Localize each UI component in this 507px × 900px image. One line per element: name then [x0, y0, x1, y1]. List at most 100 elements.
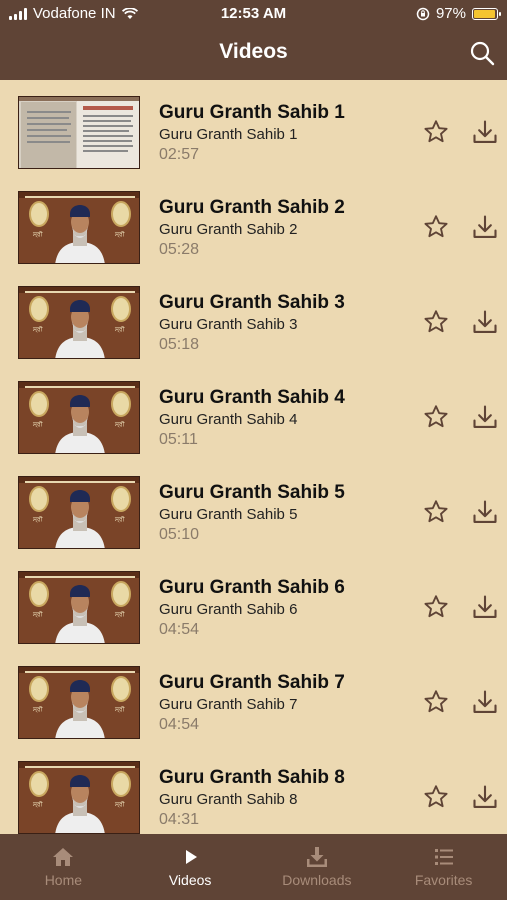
- favorite-button[interactable]: [422, 403, 450, 431]
- video-subtitle: Guru Granth Sahib 8: [159, 791, 298, 808]
- video-subtitle: Guru Granth Sahib 4: [159, 411, 298, 428]
- video-thumbnail[interactable]: ਸ੍ਰੀ ਸ੍ਰੀ: [18, 286, 140, 359]
- star-icon: [422, 595, 450, 625]
- video-duration: 02:57: [159, 146, 200, 163]
- star-icon: [422, 690, 450, 720]
- video-subtitle: Guru Granth Sahib 3: [159, 316, 298, 333]
- video-thumbnail[interactable]: ਸ੍ਰੀ ਸ੍ਰੀ: [18, 761, 140, 834]
- svg-text:ਸ੍ਰੀ: ਸ੍ਰੀ: [114, 325, 125, 333]
- favorite-button[interactable]: [422, 118, 450, 146]
- download-icon: [471, 405, 499, 435]
- star-icon: [422, 120, 450, 150]
- star-icon: [422, 215, 450, 245]
- video-row[interactable]: Guru Granth Sahib 1 Guru Granth Sahib 1 …: [0, 80, 507, 175]
- video-title: Guru Granth Sahib 5: [159, 482, 345, 503]
- orientation-lock-icon: [416, 7, 430, 20]
- page-title: Videos: [219, 40, 288, 63]
- svg-text:ਸ੍ਰੀ: ਸ੍ਰੀ: [114, 800, 125, 808]
- video-thumbnail[interactable]: ਸ੍ਰੀ ਸ੍ਰੀ: [18, 191, 140, 264]
- video-title: Guru Granth Sahib 8: [159, 767, 345, 788]
- star-icon: [422, 310, 450, 340]
- video-subtitle: Guru Granth Sahib 7: [159, 696, 298, 713]
- video-title: Guru Granth Sahib 6: [159, 577, 345, 598]
- svg-text:ਸ੍ਰੀ: ਸ੍ਰੀ: [114, 420, 125, 428]
- video-row[interactable]: ਸ੍ਰੀ ਸ੍ਰੀ Guru Granth Sahib 6 Guru Grant…: [0, 555, 507, 650]
- tab-label: Videos: [168, 872, 212, 888]
- download-icon: [471, 500, 499, 530]
- svg-text:ਸ੍ਰੀ: ਸ੍ਰੀ: [32, 515, 43, 523]
- video-subtitle: Guru Granth Sahib 5: [159, 506, 298, 523]
- battery-icon: [472, 7, 501, 20]
- download-button[interactable]: [471, 403, 499, 431]
- favorite-button[interactable]: [422, 783, 450, 811]
- download-button[interactable]: [471, 688, 499, 716]
- video-subtitle: Guru Granth Sahib 2: [159, 221, 298, 238]
- favorite-button[interactable]: [422, 308, 450, 336]
- video-title: Guru Granth Sahib 3: [159, 292, 345, 313]
- video-row[interactable]: ਸ੍ਰੀ ਸ੍ਰੀ Guru Granth Sahib 5 Guru Grant…: [0, 460, 507, 555]
- download-icon: [471, 310, 499, 340]
- download-icon: [471, 785, 499, 815]
- video-subtitle: Guru Granth Sahib 6: [159, 601, 298, 618]
- search-button[interactable]: [469, 40, 495, 66]
- download-icon: [471, 690, 499, 720]
- svg-text:ਸ੍ਰੀ: ਸ੍ਰੀ: [114, 705, 125, 713]
- tab-label: Favorites: [414, 872, 473, 888]
- svg-text:ਸ੍ਰੀ: ਸ੍ਰੀ: [114, 610, 125, 618]
- tab-home[interactable]: Home: [0, 834, 127, 900]
- status-bar: Vodafone IN 12:53 AM 97%: [0, 0, 507, 28]
- download-tray-icon: [254, 846, 381, 868]
- svg-text:ਸ੍ਰੀ: ਸ੍ਰੀ: [114, 515, 125, 523]
- svg-text:ਸ੍ਰੀ: ਸ੍ਰੀ: [32, 705, 43, 713]
- download-button[interactable]: [471, 308, 499, 336]
- favorite-button[interactable]: [422, 688, 450, 716]
- video-duration: 05:11: [159, 431, 198, 448]
- download-icon: [471, 595, 499, 625]
- video-list[interactable]: Guru Granth Sahib 1 Guru Granth Sahib 1 …: [0, 80, 507, 834]
- video-row[interactable]: ਸ੍ਰੀ ਸ੍ਰੀ Guru Granth Sahib 4 Guru Grant…: [0, 365, 507, 460]
- video-duration: 05:18: [159, 336, 200, 353]
- play-icon: [127, 846, 254, 868]
- download-button[interactable]: [471, 498, 499, 526]
- svg-text:ਸ੍ਰੀ: ਸ੍ਰੀ: [32, 610, 43, 618]
- video-subtitle: Guru Granth Sahib 1: [159, 126, 298, 143]
- video-title: Guru Granth Sahib 1: [159, 102, 345, 123]
- video-row[interactable]: ਸ੍ਰੀ ਸ੍ਰੀ Guru Granth Sahib 8 Guru Grant…: [0, 745, 507, 834]
- video-thumbnail[interactable]: [18, 96, 140, 169]
- favorite-button[interactable]: [422, 498, 450, 526]
- star-icon: [422, 405, 450, 435]
- video-duration: 04:54: [159, 621, 200, 638]
- video-thumbnail[interactable]: ਸ੍ਰੀ ਸ੍ਰੀ: [18, 476, 140, 549]
- video-thumbnail[interactable]: ਸ੍ਰੀ ਸ੍ਰੀ: [18, 381, 140, 454]
- favorite-button[interactable]: [422, 213, 450, 241]
- svg-text:ਸ੍ਰੀ: ਸ੍ਰੀ: [32, 325, 43, 333]
- navigation-bar: Videos: [0, 28, 507, 80]
- video-thumbnail[interactable]: ਸ੍ਰੀ ਸ੍ਰੀ: [18, 666, 140, 739]
- video-row[interactable]: ਸ੍ਰੀ ਸ੍ਰੀ Guru Granth Sahib 7 Guru Grant…: [0, 650, 507, 745]
- video-title: Guru Granth Sahib 4: [159, 387, 345, 408]
- status-right: 97%: [416, 5, 501, 22]
- battery-level: [474, 9, 496, 18]
- video-duration: 05:28: [159, 241, 200, 258]
- download-button[interactable]: [471, 783, 499, 811]
- svg-text:ਸ੍ਰੀ: ਸ੍ਰੀ: [32, 800, 43, 808]
- video-row[interactable]: ਸ੍ਰੀ ਸ੍ਰੀ Guru Granth Sahib 2 Guru Grant…: [0, 175, 507, 270]
- video-title: Guru Granth Sahib 2: [159, 197, 345, 218]
- video-row[interactable]: ਸ੍ਰੀ ਸ੍ਰੀ Guru Granth Sahib 3 Guru Grant…: [0, 270, 507, 365]
- tab-downloads[interactable]: Downloads: [254, 834, 381, 900]
- svg-text:ਸ੍ਰੀ: ਸ੍ਰੀ: [114, 230, 125, 238]
- svg-text:ਸ੍ਰੀ: ਸ੍ਰੀ: [32, 230, 43, 238]
- star-icon: [422, 785, 450, 815]
- favorite-button[interactable]: [422, 593, 450, 621]
- video-duration: 04:54: [159, 716, 200, 733]
- star-icon: [422, 500, 450, 530]
- search-icon: [470, 41, 495, 66]
- video-title: Guru Granth Sahib 7: [159, 672, 345, 693]
- tab-favorites[interactable]: Favorites: [380, 834, 507, 900]
- download-button[interactable]: [471, 118, 499, 146]
- video-thumbnail[interactable]: ਸ੍ਰੀ ਸ੍ਰੀ: [18, 571, 140, 644]
- download-button[interactable]: [471, 213, 499, 241]
- download-button[interactable]: [471, 593, 499, 621]
- tab-videos[interactable]: Videos: [127, 834, 254, 900]
- home-icon: [0, 846, 127, 868]
